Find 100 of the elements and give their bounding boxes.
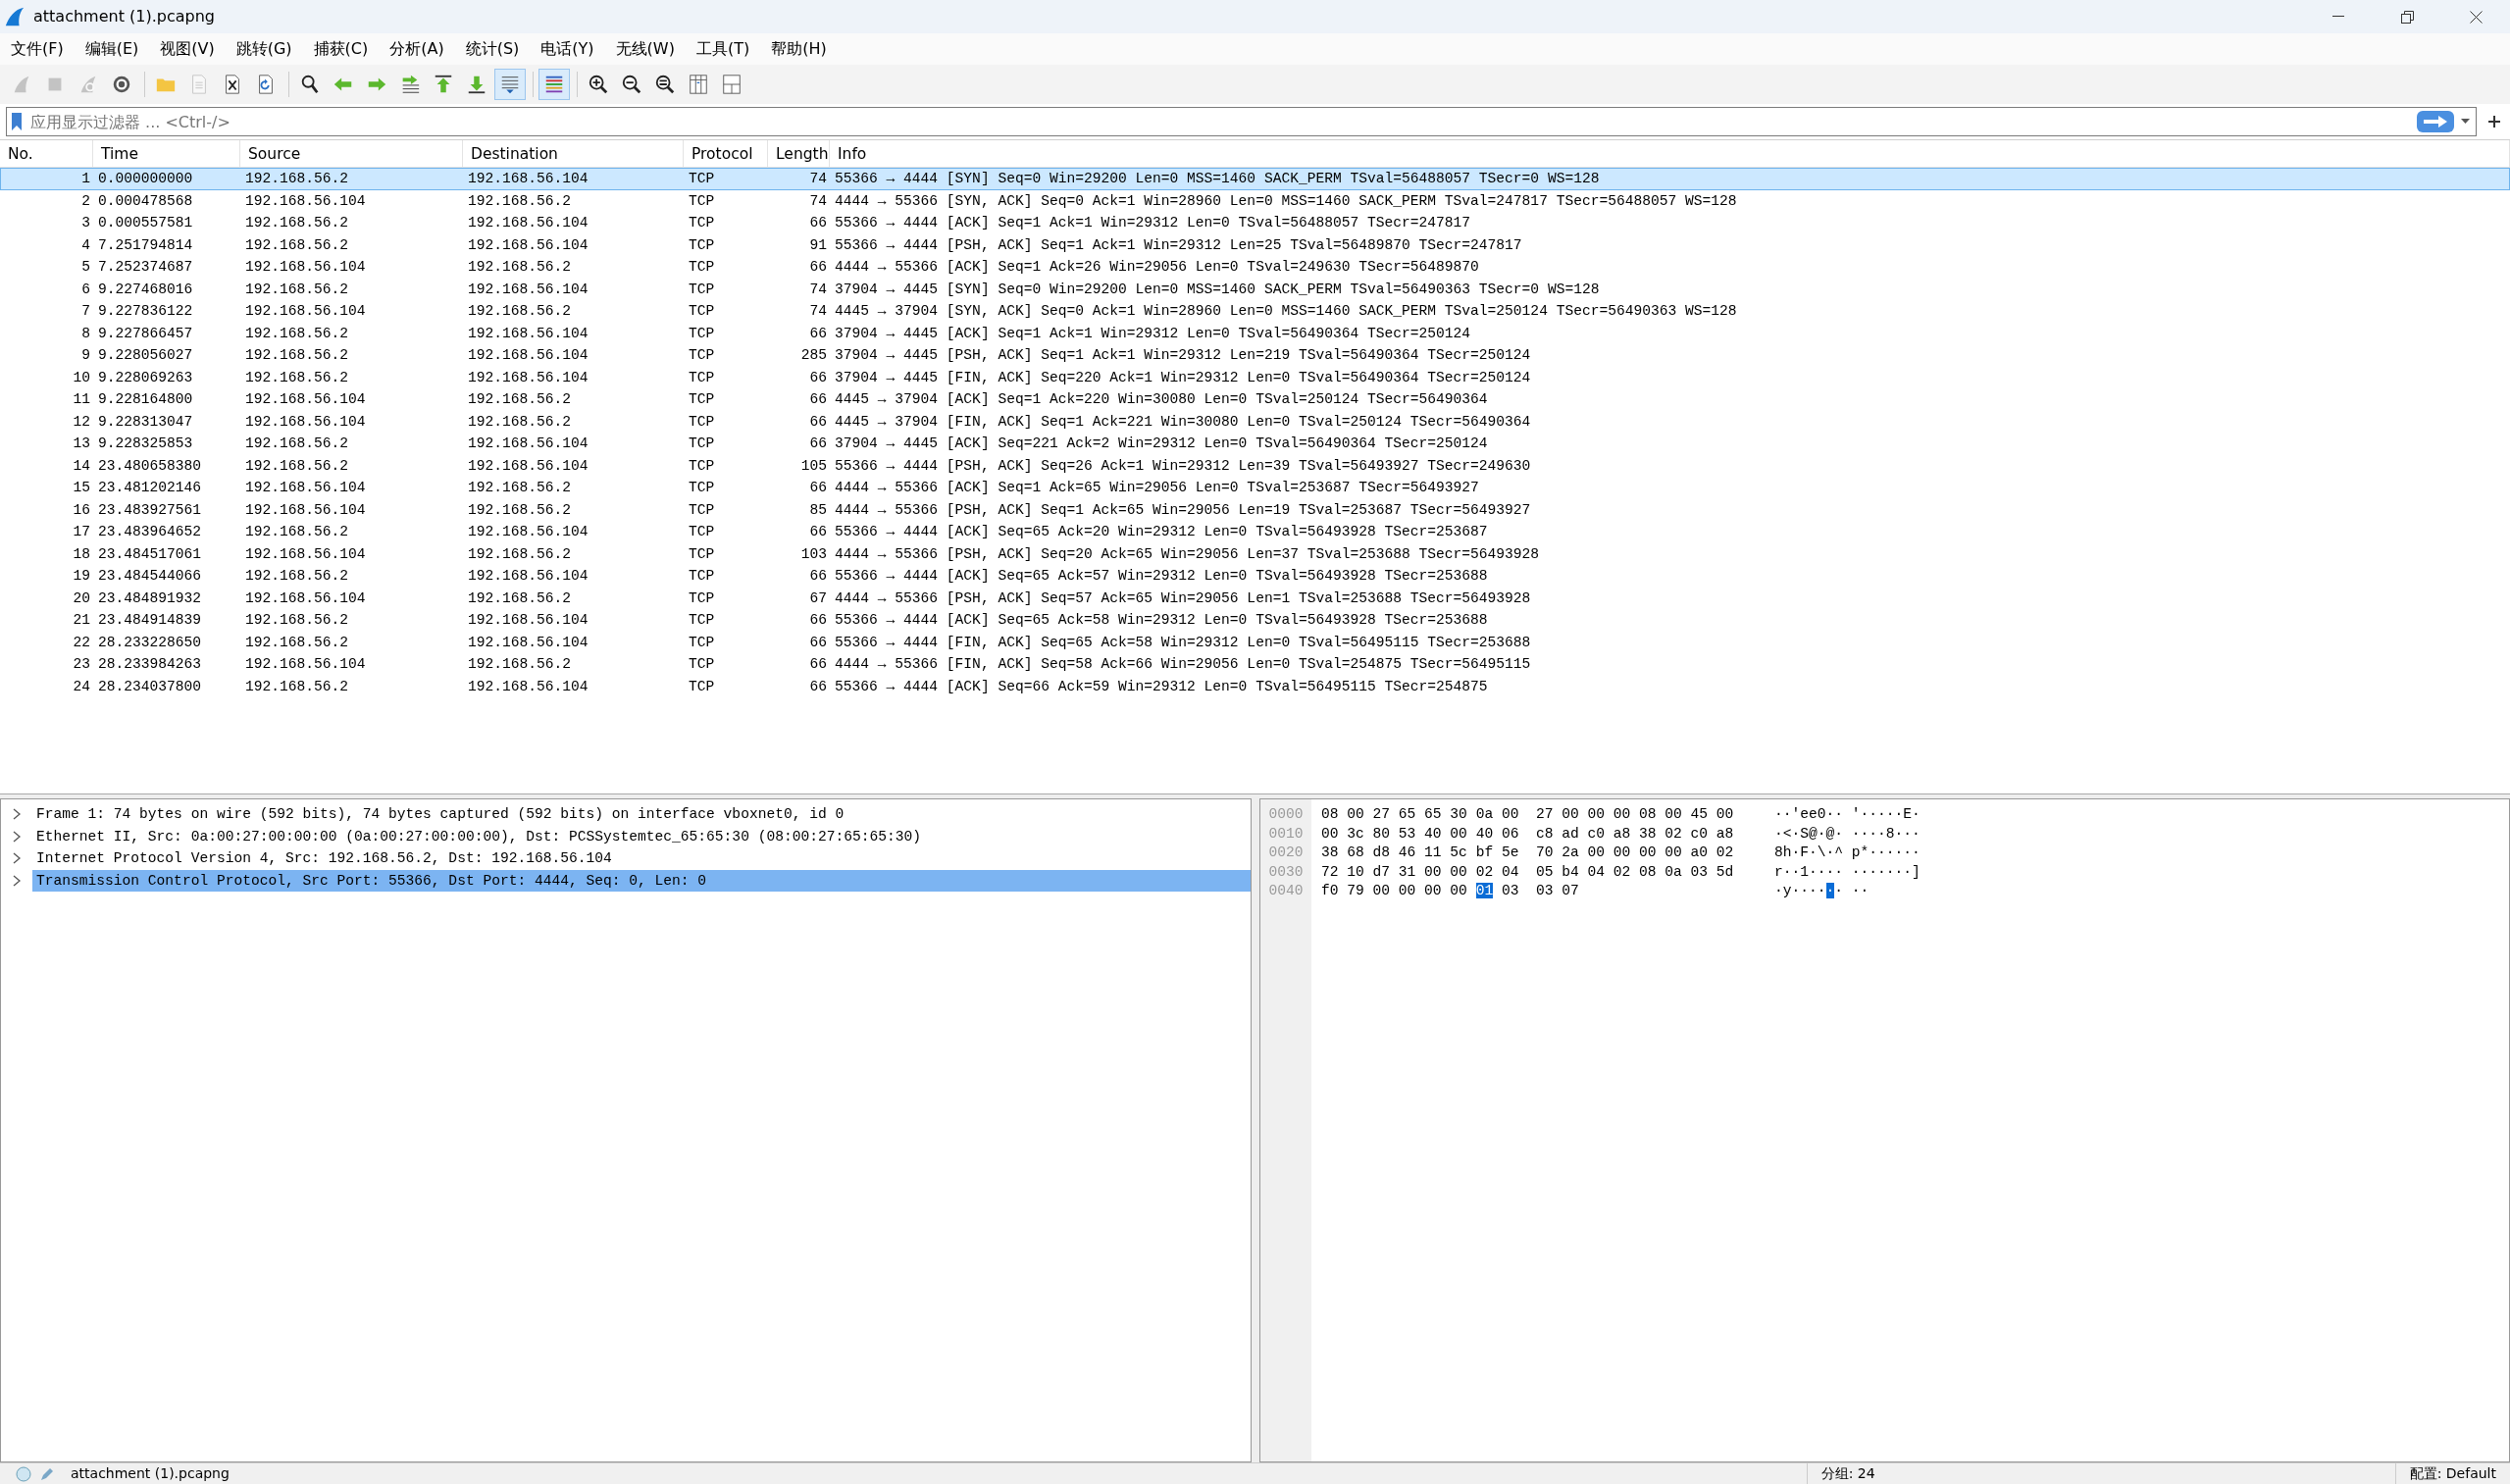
packet-row[interactable]: 4 7.251794814 192.168.56.2 192.168.56.104 TCP 91 55366 → 4444 [PSH, ACK] Seq=1 Ack=1 Win=29312 Len=25 TSval=56489870 TSecr=247817 <box>0 233 2510 256</box>
hex-bytes[interactable]: 03 03 07 <box>1501 883 1579 899</box>
column-header[interactable]: Length <box>768 140 830 167</box>
column-header[interactable]: Time <box>93 140 240 167</box>
hex-bytes[interactable]: f0 79 00 00 00 00 <box>1321 883 1467 899</box>
ascii-text[interactable]: ·y···· <box>1774 883 1826 899</box>
table-cell-text: 5 <box>80 258 91 277</box>
table-cell-text: TCP <box>688 588 716 608</box>
table-cell-text: 66 <box>808 479 828 497</box>
packet-row[interactable]: 15 23.481202146 192.168.56.104 192.168.56.2 TCP 66 4444 → 55366 [ACK] Seq=1 Ack=65 Win=29056 Len=0 TSval=253687 TSecr=56493927 <box>0 477 2510 499</box>
table-cell-text: 9.227468016 <box>97 280 194 299</box>
column-header[interactable]: Info <box>830 140 2510 167</box>
packet-row[interactable]: 17 23.483964652 192.168.56.2 192.168.56.104 TCP 66 55366 → 4444 [ACK] Seq=65 Ack=20 Win=29312 Len=0 TSval=56493928 TSecr=253687 <box>0 521 2510 543</box>
packet-row[interactable]: 24 28.234037800 192.168.56.2 192.168.56.104 TCP 66 55366 → 4444 [ACK] Seq=66 Ack=59 Win=29312 Len=0 TSval=56495115 TSecr=254875 <box>0 675 2510 697</box>
ascii-text[interactable]: · <box>1825 883 1835 899</box>
packet-row[interactable]: 2 0.000478568 192.168.56.104 192.168.56.2 TCP 74 4444 → 55366 [SYN, ACK] Seq=0 Ack=1 Win=28960 Len=0 MSS=1460 SACK_PERM TSval=247817 TSecr=56488057 WS=128 <box>0 189 2510 212</box>
packet-row[interactable]: 6 9.227468016 192.168.56.2 192.168.56.104 TCP 74 37904 → 4445 [SYN] Seq=0 Win=29200 Len=0 MSS=1460 SACK_PERM TSval=56490363 TSecr=0 WS=128 <box>0 278 2510 300</box>
packet-row[interactable]: 19 23.484544066 192.168.56.2 192.168.56.104 TCP 66 55366 → 4444 [ACK] Seq=65 Ack=57 Win=29312 Len=0 TSval=56493928 TSecr=253688 <box>0 565 2510 588</box>
apply-button[interactable] <box>2417 111 2454 132</box>
menu-item[interactable]: 统计(S) <box>454 37 531 61</box>
menu-item[interactable]: 无线(W) <box>604 37 686 61</box>
down-arrow-icon <box>466 74 487 95</box>
table-cell-text: 192.168.56.2 <box>467 500 573 520</box>
menu-item[interactable]: 电话(Y) <box>530 37 605 61</box>
tree-item[interactable]: Frame 1: 74 bytes on wire (592 bits), 74 bytes captured (592 bits) on interface vboxnet0, id 0 <box>32 803 1251 826</box>
table-cell-text: 192.168.56.2 <box>467 302 573 321</box>
packet-row[interactable]: 7 9.227836122 192.168.56.104 192.168.56.2 TCP 74 4445 → 37904 [SYN, ACK] Seq=0 Ack=1 Win=28960 Len=0 MSS=1460 SACK_PERM TSval=250124 TSecr=56490363 WS=128 <box>0 300 2510 323</box>
hex-bytes[interactable]: 38 68 d8 46 11 5c bf 5e 70 2a 00 00 00 00 a0 02 <box>1321 844 1734 861</box>
packet-row[interactable]: 5 7.252374687 192.168.56.104 192.168.56.2 TCP 66 4444 → 55366 [ACK] Seq=1 Ack=26 Win=29056 Len=0 TSval=249630 TSecr=56489870 <box>0 256 2510 279</box>
table-cell-text: 37904 → 4445 [ACK] Seq=221 Ack=2 Win=29312 Len=0 TSval=56490364 TSecr=250124 <box>834 435 1489 453</box>
table-cell-text: 192.168.56.2 <box>467 191 573 211</box>
table-cell-text: 10 <box>72 368 91 387</box>
column-header[interactable]: Protocol <box>684 140 768 167</box>
packet-row[interactable]: 16 23.483927561 192.168.56.104 192.168.56.2 TCP 85 4444 → 55366 [PSH, ACK] Seq=1 Ack=65 Win=29056 Len=19 TSval=253687 TSecr=56493927 <box>0 498 2510 521</box>
packet-row[interactable]: 20 23.484891932 192.168.56.104 192.168.56.2 TCP 67 4444 → 55366 [PSH, ACK] Seq=57 Ack=65 Win=29056 Len=1 TSval=253688 TSecr=56493928 <box>0 587 2510 609</box>
ascii-text[interactable]: ·<·S@·@· ····8··· <box>1774 825 1921 842</box>
pencil-icon[interactable] <box>39 1465 55 1482</box>
zoom-out-icon <box>621 74 642 95</box>
column-header[interactable]: No. <box>0 140 93 167</box>
packet-row[interactable]: 22 28.233228650 192.168.56.2 192.168.56.104 TCP 66 55366 → 4444 [FIN, ACK] Seq=65 Ack=58 Win=29312 Len=0 TSval=56495115 TSecr=253688 <box>0 631 2510 653</box>
table-cell-text: 2 <box>80 191 91 211</box>
ascii-text[interactable]: 8h·F·\·^ p*······ <box>1774 844 1921 861</box>
tree-item[interactable]: Ethernet II, Src: 0a:00:27:00:00:00 (0a:00:27:00:00:00), Dst: PCSSystemtec_65:65:30 (08:00:27:65:65:30) <box>32 825 1251 847</box>
menu-item[interactable]: 编辑(E) <box>74 37 150 61</box>
column-header[interactable]: Destination <box>463 140 684 167</box>
tree-item[interactable]: Transmission Control Protocol, Src Port: 55366, Dst Port: 4444, Seq: 0, Len: 0 <box>32 869 1251 892</box>
table-cell-text: TCP <box>688 456 716 476</box>
packet-row[interactable]: 23 28.233984263 192.168.56.104 192.168.56.2 TCP 66 4444 → 55366 [FIN, ACK] Seq=58 Ack=66 Win=29056 Len=0 TSval=254875 TSecr=56495115 <box>0 653 2510 676</box>
hex-bytes[interactable]: 01 <box>1475 883 1494 899</box>
packet-row[interactable]: 18 23.484517061 192.168.56.104 192.168.56.2 TCP 103 4444 → 55366 [PSH, ACK] Seq=20 Ack=65 Win=29056 Len=37 TSval=253688 TSecr=56493928 <box>0 542 2510 565</box>
packet-row[interactable]: 9 9.228056027 192.168.56.2 192.168.56.104 TCP 285 37904 → 4445 [PSH, ACK] Seq=1 Ack=1 Win=29312 Len=219 TSval=56490364 TSecr=250124 <box>0 344 2510 367</box>
hex-bytes[interactable]: 00 3c 80 53 40 00 40 06 c8 ad c0 a8 38 02 c0 a8 <box>1321 825 1734 842</box>
restore-icon <box>2400 10 2414 24</box>
packet-row[interactable]: 3 0.000557581 192.168.56.2 192.168.56.104 TCP 66 55366 → 4444 [ACK] Seq=1 Ack=1 Win=29312 Len=0 TSval=56488057 TSecr=247817 <box>0 212 2510 234</box>
up-arrow-icon <box>433 74 454 95</box>
table-cell-text: 66 <box>808 368 828 387</box>
table-cell-text: 9.228164800 <box>97 390 194 409</box>
menu-item[interactable]: 捕获(C) <box>302 37 380 61</box>
table-cell-text: TCP <box>688 435 716 453</box>
table-cell-text: 192.168.56.2 <box>244 456 350 476</box>
table-cell-text: 4445 → 37904 [ACK] Seq=1 Ack=220 Win=30080 Len=0 TSval=250124 TSecr=56490364 <box>834 390 1489 409</box>
ascii-text[interactable]: r··1···· ·······] <box>1774 863 1921 880</box>
table-cell-text: 4444 → 55366 [PSH, ACK] Seq=1 Ack=65 Win=29056 Len=19 TSval=253687 TSecr=56493927 <box>834 500 1532 520</box>
table-cell-text: 66 <box>808 324 828 343</box>
table-cell-text: 16 <box>72 500 91 520</box>
table-cell-text: TCP <box>688 368 716 387</box>
table-cell-text: TCP <box>688 170 716 188</box>
table-cell-text: TCP <box>688 324 716 343</box>
menu-item[interactable]: 视图(V) <box>149 37 226 61</box>
table-cell-text: 192.168.56.104 <box>467 346 589 365</box>
tree-item[interactable]: Internet Protocol Version 4, Src: 192.168.56.2, Dst: 192.168.56.104 <box>32 847 1251 870</box>
packet-row[interactable]: 8 9.227866457 192.168.56.2 192.168.56.104 TCP 66 37904 → 4445 [ACK] Seq=1 Ack=1 Win=29312 Len=0 TSval=56490364 TSecr=250124 <box>0 322 2510 344</box>
ascii-text[interactable]: · ·· <box>1834 883 1870 899</box>
hex-bytes[interactable]: 08 00 27 65 65 30 0a 00 27 00 00 00 08 00 45 00 <box>1321 806 1734 822</box>
window-title: attachment (1).pcapng <box>33 6 216 27</box>
table-cell-text: TCP <box>688 523 716 541</box>
table-cell-text: 192.168.56.2 <box>467 655 573 674</box>
table-cell-text: 74 <box>808 302 828 321</box>
packet-row[interactable]: 13 9.228325853 192.168.56.2 192.168.56.104 TCP 66 37904 → 4445 [ACK] Seq=221 Ack=2 Win=29312 Len=0 TSval=56490364 TSecr=250124 <box>0 433 2510 455</box>
column-header[interactable]: Source <box>240 140 463 167</box>
packet-row[interactable]: 12 9.228313047 192.168.56.104 192.168.56.2 TCP 66 4445 → 37904 [FIN, ACK] Seq=1 Ack=221 Win=30080 Len=0 TSval=250124 TSecr=56490364 <box>0 410 2510 433</box>
menu-item[interactable]: 分析(A) <box>379 37 455 61</box>
packet-row[interactable]: 10 9.228069263 192.168.56.2 192.168.56.104 TCP 66 37904 → 4445 [FIN, ACK] Seq=220 Ack=1 Win=29312 Len=0 TSval=56490364 TSecr=250124 <box>0 366 2510 388</box>
table-cell-text: 192.168.56.104 <box>467 170 589 188</box>
ascii-text[interactable]: ··'ee0·· '·····E· <box>1774 806 1921 822</box>
packet-row[interactable]: 14 23.480658380 192.168.56.2 192.168.56.104 TCP 105 55366 → 4444 [PSH, ACK] Seq=26 Ack=1 Win=29312 Len=39 TSval=56493927 TSecr=249630 <box>0 454 2510 477</box>
packet-row[interactable]: 11 9.228164800 192.168.56.104 192.168.56.2 TCP 66 4445 → 37904 [ACK] Seq=1 Ack=220 Win=30080 Len=0 TSval=250124 TSecr=56490364 <box>0 388 2510 411</box>
table-cell-text: 23.480658380 <box>97 456 203 476</box>
profile-label[interactable]: 配置: Default <box>2394 1463 2510 1484</box>
menu-item[interactable]: 文件(F) <box>0 37 75 61</box>
filter-bar[interactable]: 应用显示过滤器 ... <Ctrl-/> <box>6 107 2477 136</box>
table-cell-text: 20 <box>72 588 91 608</box>
packet-row[interactable]: 1 0.000000000 192.168.56.2 192.168.56.104 TCP 74 55366 → 4444 [SYN] Seq=0 Win=29200 Len=0 MSS=1460 SACK_PERM TSval=56488057 TSecr=0 WS=128 <box>0 168 2510 190</box>
menu-item[interactable]: 跳转(G) <box>225 37 303 61</box>
table-cell-text: 14 <box>72 456 91 476</box>
hex-bytes[interactable]: 72 10 d7 31 00 00 02 04 05 b4 04 02 08 0a 03 5d <box>1321 863 1734 880</box>
table-cell-text: 55366 → 4444 [ACK] Seq=66 Ack=59 Win=29312 Len=0 TSval=56495115 TSecr=254875 <box>834 677 1489 696</box>
menu-item[interactable]: 帮助(H) <box>760 37 838 61</box>
packet-row[interactable]: 21 23.484914839 192.168.56.2 192.168.56.104 TCP 66 55366 → 4444 [ACK] Seq=65 Ack=58 Win=29312 Len=0 TSval=56493928 TSecr=253688 <box>0 609 2510 632</box>
menu-item[interactable]: 工具(T) <box>685 37 761 61</box>
